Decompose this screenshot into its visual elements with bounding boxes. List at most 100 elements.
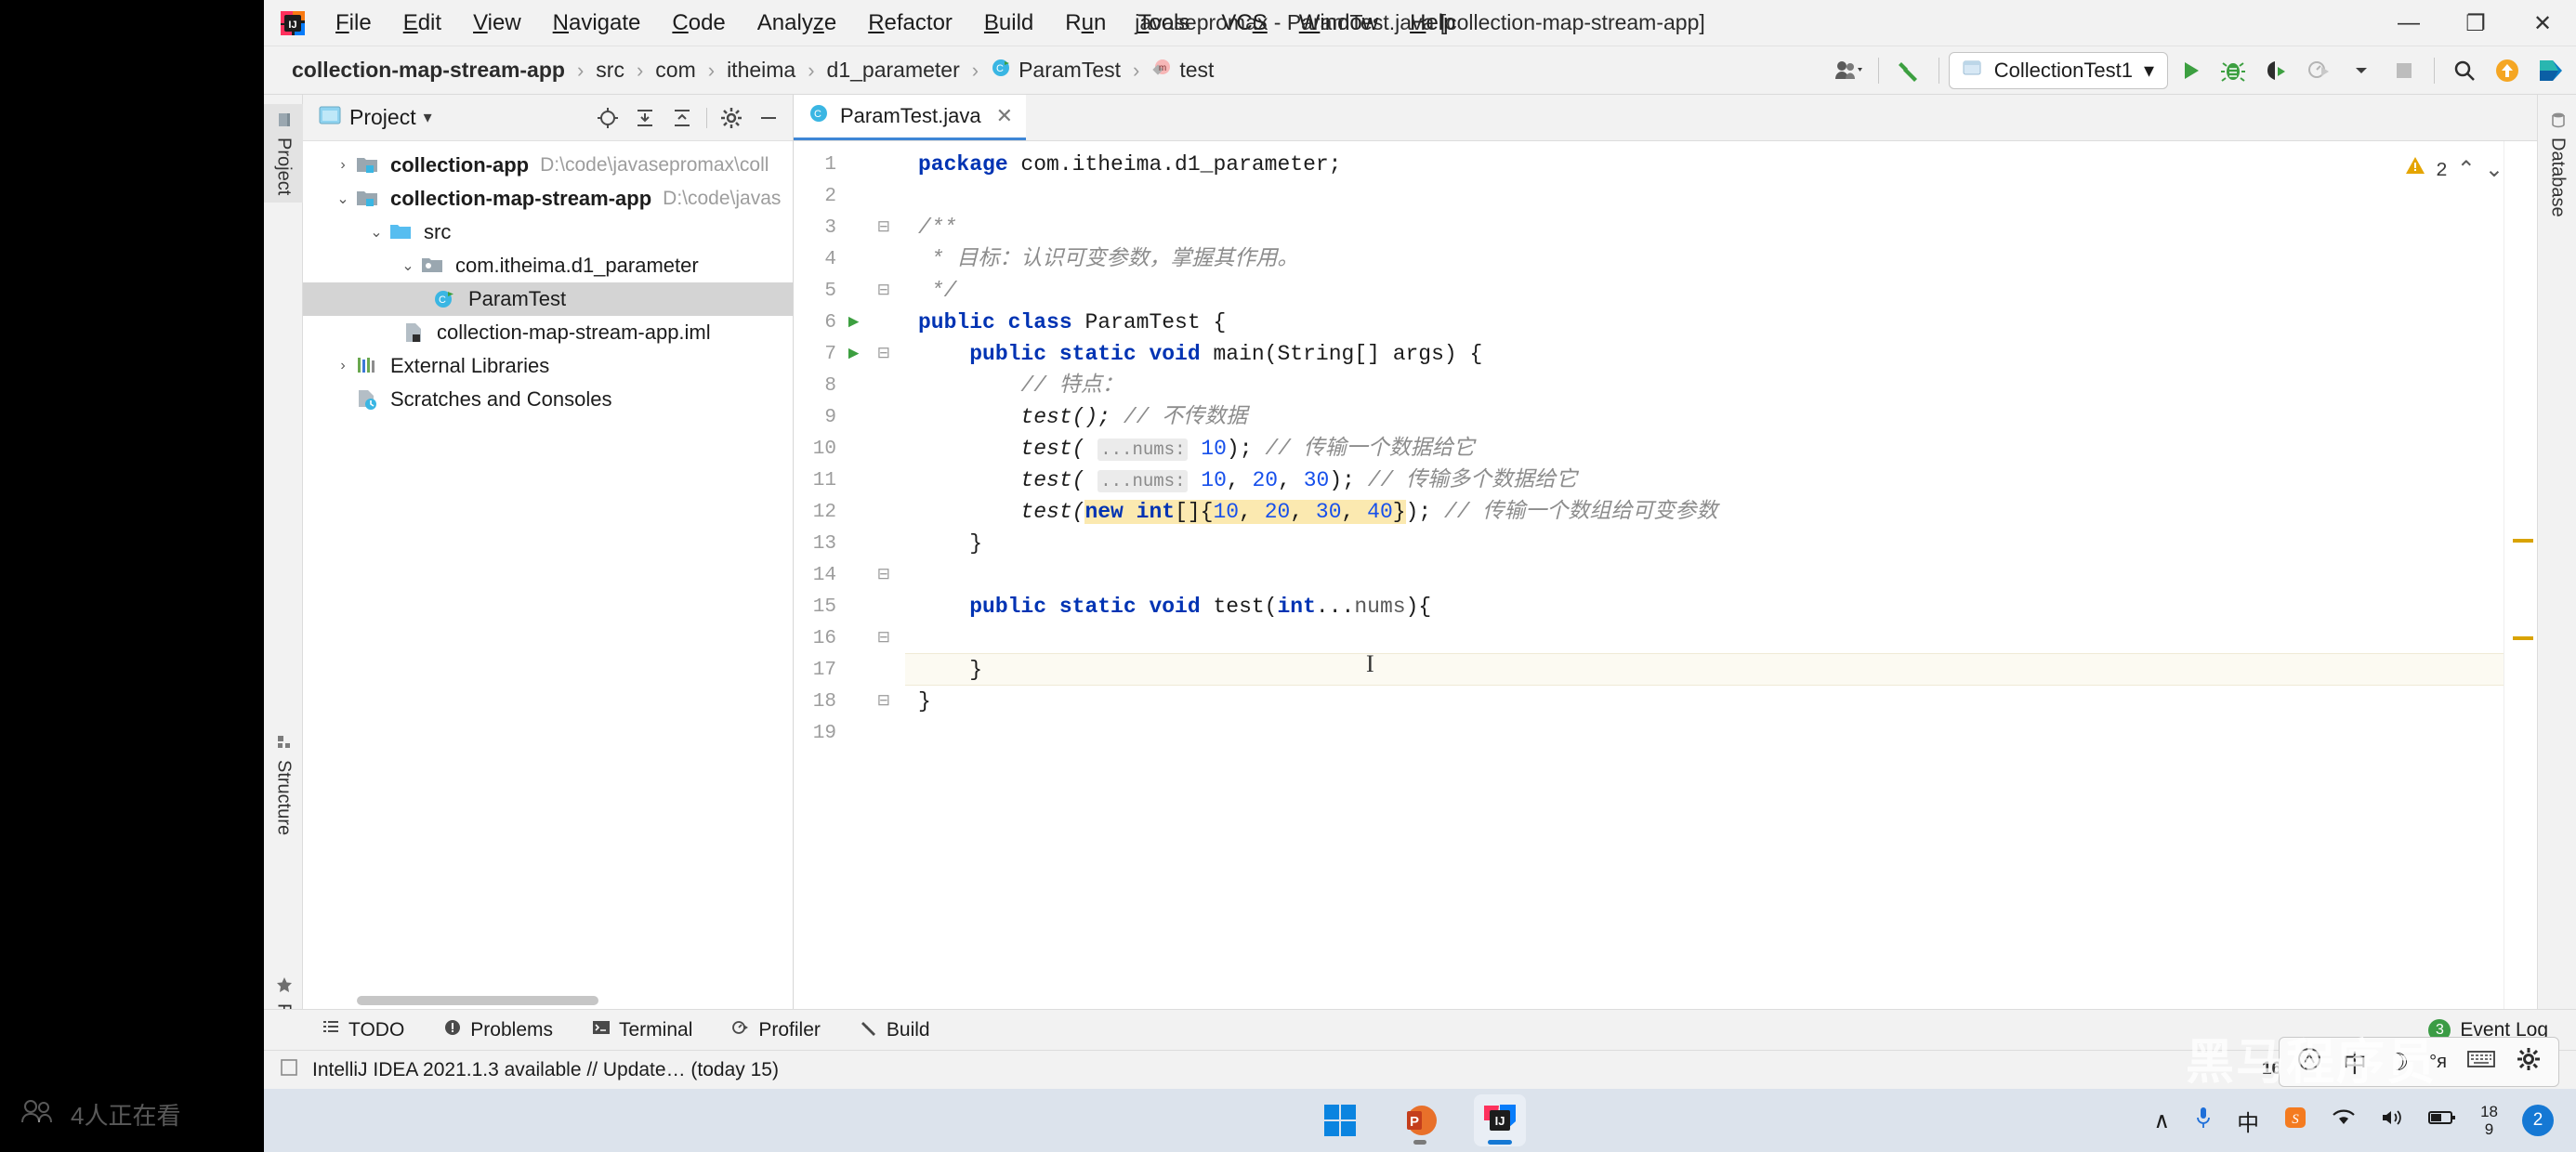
chevron-down-icon[interactable]: ▾ xyxy=(424,108,432,127)
fold-marker-icon[interactable]: ⊟ xyxy=(877,691,890,710)
breadcrumb-item-paramtest[interactable]: C ParamTest xyxy=(983,55,1128,86)
menu-bar[interactable]: File Edit View Navigate Code Analyze Ref… xyxy=(320,7,1471,40)
code-editor[interactable]: 1 2 3 4 5 6 7 8 9 10 11 12 13 14 15 16 1… xyxy=(794,141,2537,1009)
tree-item-package[interactable]: ⌄ com.itheima.d1_parameter xyxy=(303,249,793,282)
expand-all-icon[interactable] xyxy=(628,101,662,135)
editor-marker-bar[interactable] xyxy=(2504,141,2537,1009)
menu-edit[interactable]: Edit xyxy=(388,7,457,40)
fold-marker-icon[interactable]: ⊟ xyxy=(877,628,890,647)
powerpoint-app-button[interactable]: P xyxy=(1394,1094,1446,1146)
tree-item-external-libraries[interactable]: › External Libraries xyxy=(303,349,793,383)
bottom-tab-todo[interactable]: TODO xyxy=(316,1015,410,1046)
fold-marker-icon[interactable]: ⊟ xyxy=(877,281,890,299)
next-issue-icon[interactable]: ⌄ xyxy=(2485,156,2504,188)
inspection-widget[interactable]: 2 ⌃ ⌄ xyxy=(2404,154,2504,189)
status-message[interactable]: IntelliJ IDEA 2021.1.3 available // Upda… xyxy=(312,1059,779,1081)
tree-item-iml-file[interactable]: collection-map-stream-app.iml xyxy=(303,316,793,349)
hide-panel-icon[interactable] xyxy=(752,101,785,135)
sogou-input-icon[interactable]: S xyxy=(2283,1106,2307,1136)
chevron-down-icon[interactable]: ⌄ xyxy=(331,190,355,208)
run-class-gutter-icon[interactable]: ► xyxy=(845,312,862,333)
sidebar-item-database[interactable]: Database xyxy=(2538,104,2576,225)
menu-help[interactable]: Help xyxy=(1394,7,1471,40)
chevron-down-icon[interactable]: ⌄ xyxy=(364,223,388,242)
profiler-icon[interactable] xyxy=(2298,50,2339,91)
menu-tools[interactable]: Tools xyxy=(1122,7,1205,40)
chevron-down-icon[interactable]: ⌄ xyxy=(396,256,420,275)
menu-window[interactable]: Window xyxy=(1283,7,1394,40)
bottom-tab-profiler[interactable]: Profiler xyxy=(726,1015,826,1046)
project-tree[interactable]: › collection-app D:\code\javasepromax\co… xyxy=(303,141,793,1009)
tree-item-collection-app[interactable]: › collection-app D:\code\javasepromax\co… xyxy=(303,149,793,182)
ime-keyboard-icon[interactable] xyxy=(2467,1048,2495,1077)
chevron-right-icon[interactable]: › xyxy=(331,358,355,374)
breadcrumb-item-itheima[interactable]: itheima xyxy=(719,55,803,85)
microphone-icon[interactable] xyxy=(2194,1106,2213,1136)
chevron-down-icon[interactable]: ▾ xyxy=(2144,59,2154,83)
update-arrow-icon[interactable] xyxy=(2487,50,2528,91)
menu-run[interactable]: Run xyxy=(1049,7,1122,40)
marker-stripe[interactable] xyxy=(2513,636,2533,640)
menu-navigate[interactable]: Navigate xyxy=(537,7,657,40)
breadcrumb-item-com[interactable]: com xyxy=(648,55,703,85)
battery-icon[interactable] xyxy=(2428,1107,2456,1133)
breadcrumb[interactable]: collection-map-stream-app › src › com › … xyxy=(284,55,1221,86)
ime-logo-icon[interactable] xyxy=(2296,1046,2322,1079)
ime-moon-icon[interactable]: ☽ xyxy=(2387,1048,2409,1077)
search-icon[interactable] xyxy=(2444,50,2485,91)
ime-settings-icon[interactable] xyxy=(2516,1046,2542,1079)
run-method-gutter-icon[interactable]: ► xyxy=(845,344,862,364)
fold-marker-icon[interactable]: ⊟ xyxy=(877,344,890,362)
ide-logo-icon[interactable] xyxy=(2530,50,2570,91)
select-opened-file-icon[interactable] xyxy=(591,101,624,135)
show-hidden-icons-button[interactable]: ∧ xyxy=(2154,1107,2171,1134)
ime-language-icon[interactable]: 中 xyxy=(2237,1105,2259,1137)
fold-marker-icon[interactable]: ⊟ xyxy=(877,217,890,236)
taskbar-clock[interactable]: 18 9 xyxy=(2480,1103,2498,1138)
ime-chinese-icon[interactable]: 中 xyxy=(2343,1045,2367,1080)
previous-issue-icon[interactable]: ⌃ xyxy=(2457,156,2476,188)
ime-punctuation-icon[interactable]: °я xyxy=(2429,1052,2447,1073)
settings-gear-icon[interactable] xyxy=(715,101,748,135)
tab-paramtest-java[interactable]: C ParamTest.java ✕ xyxy=(794,94,1027,140)
menu-file[interactable]: File xyxy=(320,7,388,40)
tree-item-scratches-and-consoles[interactable]: Scratches and Consoles xyxy=(303,383,793,416)
editor-gutter[interactable]: 1 2 3 4 5 6 7 8 9 10 11 12 13 14 15 16 1… xyxy=(794,141,905,1009)
play-icon[interactable] xyxy=(2170,50,2211,91)
collapse-all-icon[interactable] xyxy=(665,101,699,135)
fold-marker-icon[interactable]: ⊟ xyxy=(877,565,890,583)
project-tree-horizontal-scrollbar[interactable] xyxy=(357,996,598,1005)
tree-item-collection-map-stream-app[interactable]: ⌄ collection-map-stream-app D:\code\java… xyxy=(303,182,793,216)
maximize-button[interactable]: ❐ xyxy=(2442,0,2509,46)
breadcrumb-item-project[interactable]: collection-map-stream-app xyxy=(284,55,572,85)
chevron-right-icon[interactable]: › xyxy=(331,157,355,174)
tree-item-paramtest[interactable]: C ParamTest xyxy=(303,282,793,316)
bug-icon[interactable] xyxy=(2213,50,2254,91)
code-text[interactable]: package com.itheima.d1_parameter; /** * … xyxy=(905,141,2504,1009)
menu-view[interactable]: View xyxy=(457,7,537,40)
close-button[interactable]: ✕ xyxy=(2509,0,2576,46)
tree-item-src[interactable]: ⌄ src xyxy=(303,216,793,249)
user-icon[interactable] xyxy=(1828,50,1869,91)
close-icon[interactable]: ✕ xyxy=(996,104,1013,128)
checkbox-icon[interactable] xyxy=(279,1057,299,1082)
sidebar-item-project[interactable]: Project xyxy=(264,104,303,203)
ime-floating-toolbar[interactable]: 中 ☽ °я xyxy=(2278,1037,2559,1087)
run-configuration-selector[interactable]: CollectionTest1 ▾ xyxy=(1948,52,2168,89)
notification-badge[interactable]: 2 xyxy=(2522,1105,2554,1136)
profiler-dropdown-icon[interactable] xyxy=(2341,50,2382,91)
marker-stripe[interactable] xyxy=(2513,539,2533,543)
sidebar-item-structure[interactable]: Structure xyxy=(264,727,303,843)
breadcrumb-item-d1-parameter[interactable]: d1_parameter xyxy=(820,55,967,85)
breadcrumb-item-src[interactable]: src xyxy=(588,55,632,85)
wifi-icon[interactable] xyxy=(2332,1107,2356,1134)
hammer-icon[interactable] xyxy=(1888,50,1929,91)
bottom-tab-terminal[interactable]: Terminal xyxy=(586,1015,698,1046)
stop-icon[interactable] xyxy=(2384,50,2425,91)
bottom-tab-problems[interactable]: Problems xyxy=(438,1015,559,1046)
breadcrumb-item-test[interactable]: m test xyxy=(1144,55,1221,86)
minimize-button[interactable]: — xyxy=(2375,0,2442,46)
volume-icon[interactable] xyxy=(2380,1107,2404,1134)
intellij-app-button[interactable]: IJ xyxy=(1474,1094,1526,1146)
start-button[interactable] xyxy=(1314,1094,1366,1146)
